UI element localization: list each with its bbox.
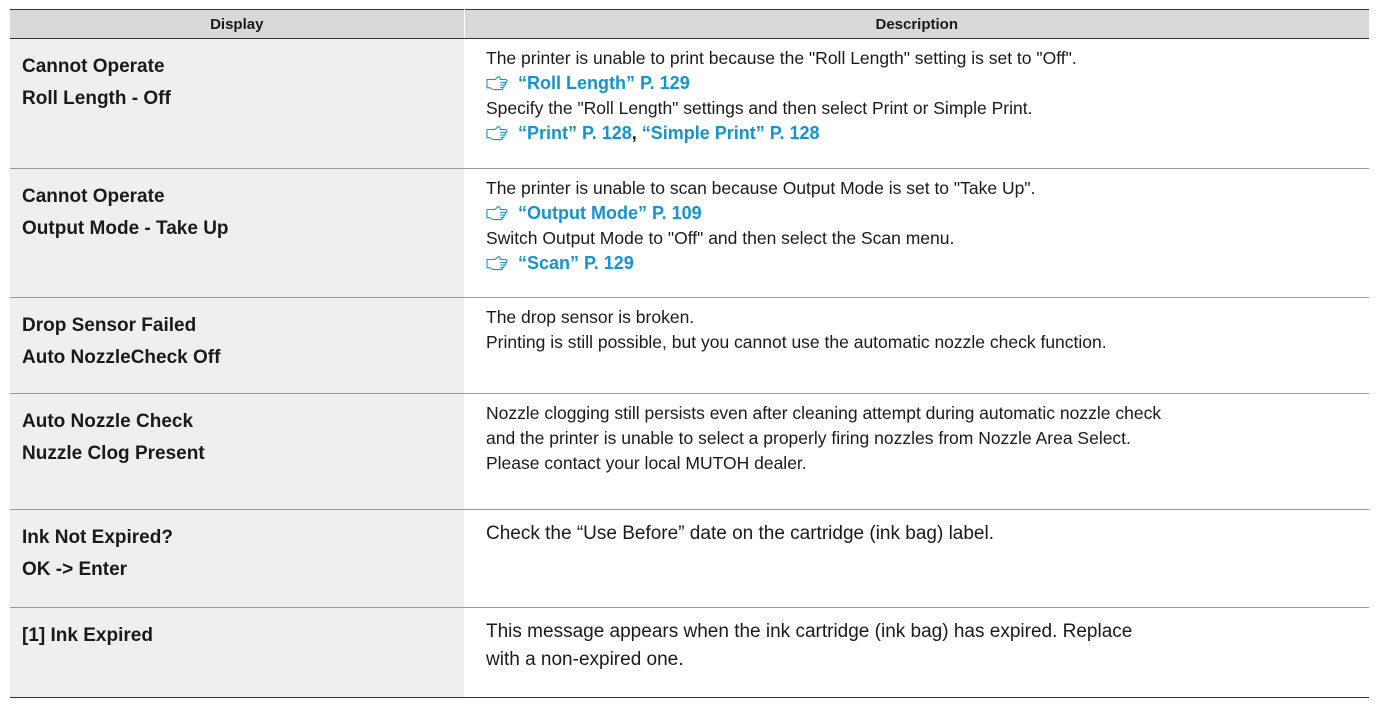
reference-separator: , [631,123,642,143]
description-line: Nozzle clogging still persists even afte… [486,403,1162,423]
display-cell: [1] Ink Expired [10,607,464,698]
page-reference-link[interactable]: “Output Mode” P. 109 [518,203,702,223]
description-line: Specify the "Roll Length" settings and t… [486,98,1033,118]
header-description: Description [464,9,1369,39]
description-line: The printer is unable to scan because Ou… [486,178,1036,198]
reference-line: “Print” P. 128, “Simple Print” P. 128 [486,121,1369,146]
description-cell: The printer is unable to scan because Ou… [464,168,1369,298]
display-cell: Cannot Operate Output Mode - Take Up [10,168,464,298]
pointing-hand-icon [486,253,508,271]
display-message-line: Ink Not Expired? [22,527,173,548]
description-line: The drop sensor is broken. [486,307,695,327]
page-reference-link[interactable]: “Print” P. 128 [518,123,632,143]
display-cell: Ink Not Expired? OK -> Enter [10,509,464,608]
reference-line: “Scan” P. 129 [486,251,1369,276]
table-header-row: Display Description [10,9,1369,39]
description-line: Printing is still possible, but you cann… [486,332,1107,352]
display-message-line: Auto Nozzle Check [22,411,194,432]
description-cell: The printer is unable to print because t… [464,38,1369,169]
display-message-line: Roll Length - Off [22,88,171,109]
display-cell: Drop Sensor Failed Auto NozzleCheck Off [10,297,464,394]
description-cell: This message appears when the ink cartri… [464,607,1369,698]
description-line: Check the “Use Before” date on the cartr… [486,523,994,544]
table-row: Cannot Operate Roll Length - Off The print… [10,38,1369,169]
error-message-table: Display Description Cannot Operate Roll L… [10,9,1369,698]
description-cell: Nozzle clogging still persists even afte… [464,393,1369,510]
display-message-line: Drop Sensor Failed [22,315,197,336]
display-message-line: Cannot Operate [22,186,165,207]
page-reference-link[interactable]: “Scan” P. 129 [518,253,634,273]
display-message-line: Auto NozzleCheck Off [22,347,221,368]
display-cell: Auto Nozzle Check Nuzzle Clog Present [10,393,464,510]
pointing-hand-icon [486,73,508,91]
display-message-line: [1] Ink Expired [22,625,153,646]
table-row: [1] Ink Expired This message appears when… [10,607,1369,698]
pointing-hand-icon [486,203,508,221]
display-message-line: Output Mode - Take Up [22,218,229,239]
pointing-hand-icon [486,123,508,141]
description-cell: Check the “Use Before” date on the cartr… [464,509,1369,608]
table-row: Auto Nozzle Check Nuzzle Clog Present Nozz… [10,393,1369,510]
page-reference-link[interactable]: “Roll Length” P. 129 [518,73,690,93]
display-message-line: Nuzzle Clog Present [22,443,205,464]
display-cell: Cannot Operate Roll Length - Off [10,38,464,169]
table-body: Cannot Operate Roll Length - Off The print… [10,38,1369,698]
table-row: Drop Sensor Failed Auto NozzleCheck Off Th… [10,297,1369,394]
description-line: The printer is unable to print because t… [486,48,1077,68]
description-line: Switch Output Mode to "Off" and then sel… [486,228,955,248]
description-line: Please contact your local MUTOH dealer. [486,453,807,473]
description-line: and the printer is unable to select a pr… [486,428,1131,448]
page-reference-link[interactable]: “Simple Print” P. 128 [642,123,820,143]
description-line: with a non-expired one. [486,649,684,670]
display-message-line: Cannot Operate [22,56,165,77]
table-row: Ink Not Expired? OK -> Enter Check the “Us… [10,509,1369,608]
table-row: Cannot Operate Output Mode - Take Up The p… [10,168,1369,298]
reference-line: “Output Mode” P. 109 [486,201,1369,226]
display-message-line: OK -> Enter [22,559,128,580]
reference-line: “Roll Length” P. 129 [486,71,1369,96]
description-cell: The drop sensor is broken. Printing is st… [464,297,1369,394]
description-line: This message appears when the ink cartri… [486,621,1133,642]
header-display: Display [10,9,465,39]
